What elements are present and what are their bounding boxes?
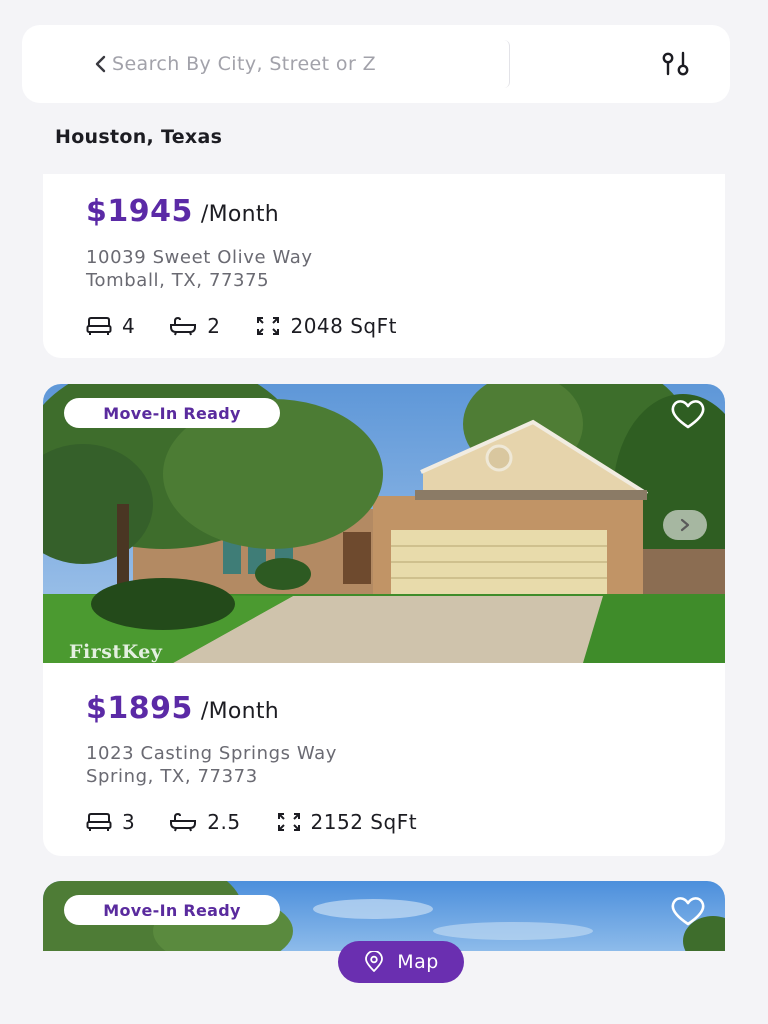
listing-info: $1945 /Month 10039 Sweet Olive Way Tomba… <box>43 174 725 340</box>
photo-watermark: FirstKey <box>69 641 163 663</box>
filter-sliders-icon <box>662 51 689 76</box>
address-line-2: Tomball, TX, 77375 <box>86 270 270 291</box>
map-button-label: Map <box>397 951 439 973</box>
baths-count: 2.5 <box>207 810 241 834</box>
beds-feature: 3 <box>86 810 135 834</box>
area-feature: 2152 SqFt <box>277 810 418 834</box>
listings-screen: Houston, Texas $1945 /Month 10039 Sweet … <box>0 0 768 1024</box>
map-pin-icon <box>365 951 384 972</box>
expand-arrows-icon <box>277 813 300 831</box>
listing-info: $1895 /Month 1023 Casting Springs Way Sp… <box>43 663 725 836</box>
heart-icon <box>671 897 705 926</box>
filter-button[interactable] <box>656 47 696 81</box>
bed-icon <box>86 317 112 335</box>
listing-features: 3 2.5 2152 SqFt <box>86 808 682 836</box>
listing-card[interactable]: $1945 /Month 10039 Sweet Olive Way Tomba… <box>43 174 725 358</box>
price-period: /Month <box>200 202 280 227</box>
listing-photo[interactable]: Move-In Ready FirstKey <box>43 384 725 663</box>
beds-count: 4 <box>122 314 136 338</box>
area-sqft: 2048 SqFt <box>290 314 397 338</box>
baths-feature: 2 <box>169 314 220 338</box>
price-row: $1895 /Month <box>86 691 682 726</box>
baths-feature: 2.5 <box>169 810 240 834</box>
map-button[interactable]: Map <box>338 941 464 983</box>
baths-count: 2 <box>207 314 221 338</box>
chevron-left-icon <box>95 55 106 73</box>
listing-price: $1945 <box>86 194 193 229</box>
heart-icon <box>671 400 705 429</box>
location-title: Houston, Texas <box>55 126 223 148</box>
bed-icon <box>86 813 112 831</box>
listing-price: $1895 <box>86 691 193 726</box>
bathtub-icon <box>170 812 197 832</box>
move-in-ready-badge: Move-In Ready <box>64 398 280 428</box>
price-period: /Month <box>200 699 280 724</box>
favorite-button[interactable] <box>669 895 707 927</box>
price-row: $1945 /Month <box>86 194 682 229</box>
beds-feature: 4 <box>86 314 135 338</box>
area-feature: 2048 SqFt <box>256 314 397 338</box>
address-line-2: Spring, TX, 77373 <box>86 766 258 787</box>
address-line-1: 1023 Casting Springs Way <box>86 743 338 764</box>
address-line-1: 10039 Sweet Olive Way <box>86 247 313 268</box>
listing-card[interactable]: Move-In Ready FirstKey $1895 /Month 1023… <box>43 384 725 856</box>
search-input[interactable] <box>110 40 510 88</box>
beds-count: 3 <box>122 810 136 834</box>
next-photo-button[interactable] <box>663 510 707 540</box>
listing-features: 4 2 2048 SqFt <box>86 312 682 340</box>
favorite-button[interactable] <box>669 398 707 430</box>
search-header <box>22 25 730 103</box>
move-in-ready-badge: Move-In Ready <box>64 895 280 925</box>
bathtub-icon <box>170 316 197 336</box>
chevron-right-icon <box>680 518 690 532</box>
area-sqft: 2152 SqFt <box>310 810 418 834</box>
expand-arrows-icon <box>257 317 280 335</box>
